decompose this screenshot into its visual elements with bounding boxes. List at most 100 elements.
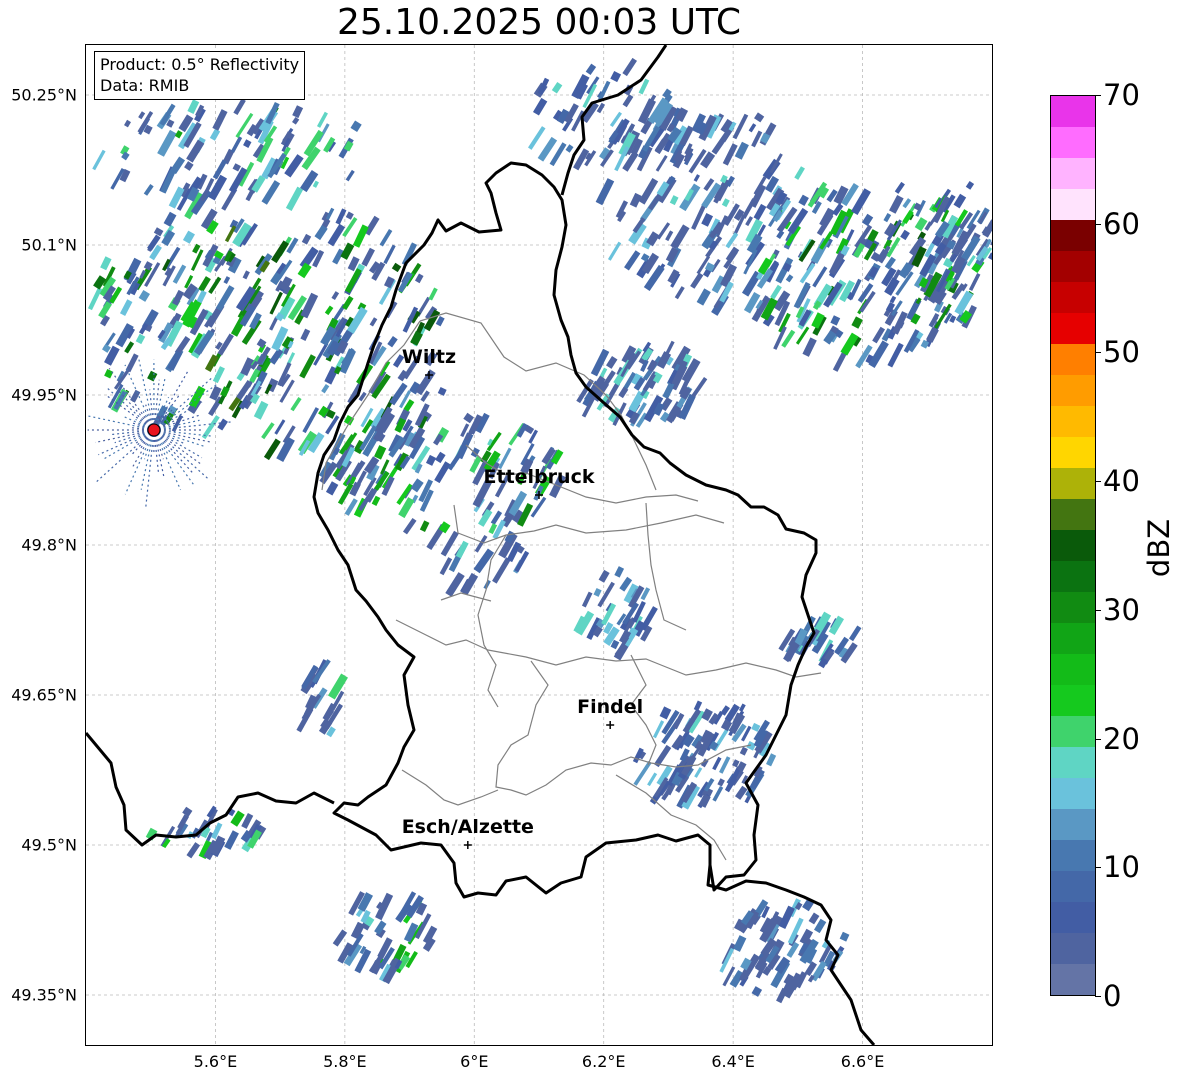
colorbar-segment: [1051, 406, 1095, 437]
radar-echo: [184, 161, 194, 171]
radar-echo: [212, 366, 225, 384]
radar-echo: [344, 268, 362, 294]
colorbar-tick-mark: [1095, 996, 1101, 997]
radar-echo: [717, 778, 725, 787]
city-markers: [424, 371, 615, 849]
colorbar-segment: [1051, 530, 1095, 561]
radar-echo: [851, 316, 863, 329]
colorbar-segment: [1051, 809, 1095, 840]
radar-echo: [167, 405, 178, 415]
radar-echo: [733, 935, 747, 952]
colorbar-tick-label: 20: [1103, 721, 1140, 756]
radar-echo: [751, 130, 763, 148]
colorbar-segment: [1051, 747, 1095, 778]
radar-echo: [690, 272, 704, 289]
colorbar-tick-mark: [1095, 223, 1101, 225]
radar-echo: [299, 354, 316, 379]
radar-echo: [848, 625, 862, 642]
radar-echo: [754, 112, 765, 123]
colorbar-tick-mark: [1095, 352, 1101, 354]
map-title: 25.10.2025 00:03 UTC: [336, 2, 742, 43]
radar-echo: [795, 326, 810, 345]
latitude-label: 49.95°N: [11, 385, 77, 405]
radar-echo: [182, 230, 195, 244]
radar-echo: [712, 756, 722, 771]
latitude-label: 49.35°N: [11, 985, 77, 1005]
radar-echo: [622, 94, 634, 108]
colorbar-segment: [1051, 592, 1095, 623]
radar-map-canvas: [86, 45, 992, 1045]
radar-echo: [455, 540, 469, 559]
radar-echo: [551, 81, 563, 94]
radar-echo: [902, 198, 912, 209]
clutter-spoke: [94, 429, 155, 484]
radar-echo: [794, 166, 805, 180]
radar-map[interactable]: [86, 45, 992, 1045]
radar-echo: [233, 98, 246, 116]
colorbar-tick-mark: [1095, 481, 1101, 483]
radar-echo: [743, 249, 758, 275]
radar-echo: [798, 194, 809, 206]
radar-echo: [778, 905, 795, 929]
radar-echo: [261, 422, 275, 440]
radar-echo: [889, 194, 904, 214]
colorbar-segment: [1051, 716, 1095, 747]
radar-echo: [290, 397, 302, 412]
radar-echo: [437, 387, 447, 396]
colorbar-tick-label: 60: [1103, 206, 1140, 241]
radar-echo: [590, 348, 610, 377]
radar-echo: [741, 198, 757, 219]
clutter-spoke: [153, 429, 202, 465]
radar-echo: [759, 122, 777, 146]
radar-echo: [428, 287, 438, 301]
radar-echo: [953, 193, 967, 209]
radar-echo: [174, 130, 183, 139]
radar-echo: [335, 208, 347, 225]
radar-echo: [124, 341, 135, 354]
radar-echo: [402, 517, 417, 535]
radar-site-dot: [147, 423, 161, 437]
radar-echo: [209, 128, 221, 141]
radar-echo: [514, 550, 530, 573]
radar-echo: [748, 123, 757, 133]
radar-echo: [345, 169, 355, 182]
colorbar-segment: [1051, 313, 1095, 344]
colorbar-label: dBZ: [1142, 518, 1176, 578]
radar-echo: [712, 786, 724, 802]
radar-echo: [163, 211, 177, 227]
radar-echo: [410, 478, 424, 493]
colorbar-tick-label: 70: [1103, 78, 1140, 112]
radar-echo: [696, 288, 711, 306]
colorbar-tick-label: 30: [1103, 592, 1140, 627]
radar-echo: [830, 315, 841, 326]
colorbar-tick-label: 10: [1103, 850, 1140, 885]
radar-echo: [312, 180, 319, 188]
radar-echo: [364, 215, 380, 236]
radar-echo: [332, 929, 348, 947]
radar-echo: [373, 445, 387, 460]
radar-echo: [739, 746, 748, 756]
radar-echo: [383, 244, 396, 265]
colorbar-segment: [1051, 561, 1095, 592]
radar-echo: [87, 287, 103, 311]
radar-echo: [292, 116, 300, 125]
radar-echo: [894, 181, 905, 194]
radar-echo: [415, 273, 424, 284]
colorbar-segment: [1051, 158, 1095, 189]
colorbar-segment: [1051, 685, 1095, 716]
product-label: Product: 0.5° Reflectivity: [100, 55, 300, 74]
colorbar-segment: [1051, 778, 1095, 809]
radar-echo: [607, 241, 622, 261]
clutter-spoke: [153, 377, 213, 431]
longitude-label: 5.6°E: [193, 1052, 238, 1071]
radar-echo: [595, 178, 615, 206]
radar-echo: [230, 136, 243, 153]
radar-echo: [883, 212, 892, 223]
radar-echo: [593, 588, 602, 597]
radar-echo: [300, 328, 311, 341]
colorbar-segment: [1051, 344, 1095, 375]
radar-echo: [285, 186, 304, 211]
gridlines: [86, 45, 992, 1045]
radar-site-marker: [147, 423, 161, 437]
colorbar-segment: [1051, 499, 1095, 530]
